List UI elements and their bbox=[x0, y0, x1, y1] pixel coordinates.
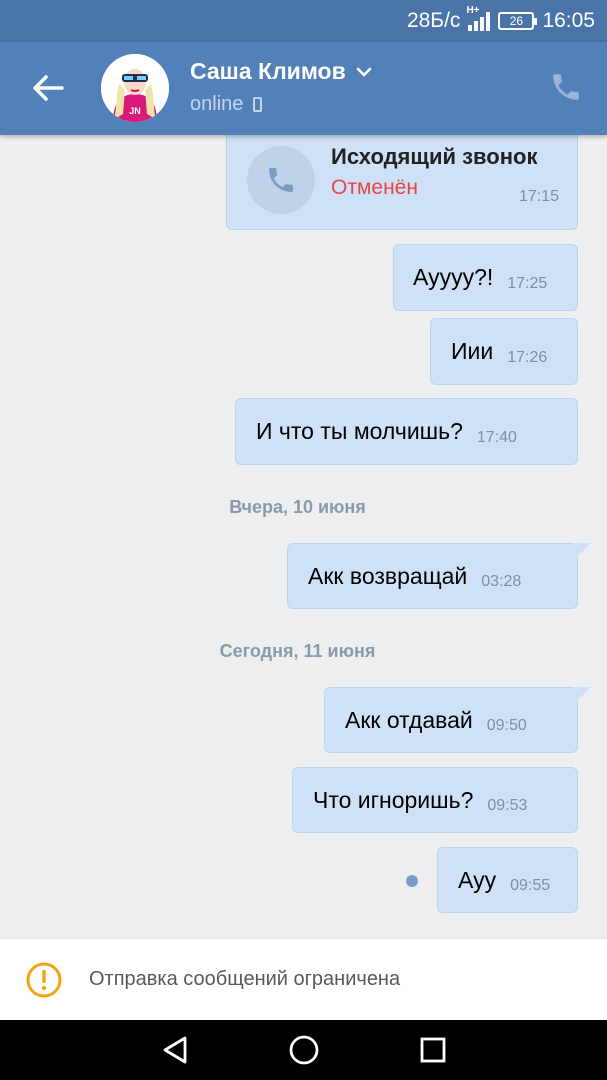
arrow-left-icon bbox=[33, 75, 64, 101]
contact-name: Саша Климов bbox=[190, 58, 346, 84]
network-speed: 28Б/с bbox=[406, 9, 461, 32]
nav-back-button[interactable] bbox=[155, 1030, 195, 1070]
message-time: 03:28 bbox=[481, 573, 522, 590]
message-text: Что игноришь? bbox=[313, 786, 474, 813]
nav-recent-button[interactable] bbox=[413, 1030, 453, 1070]
message-bubble[interactable]: Что игноришь? 09:53 bbox=[292, 767, 578, 833]
signal-icon: H+ bbox=[466, 5, 491, 31]
call-button[interactable] bbox=[549, 70, 583, 104]
message-time: 17:25 bbox=[507, 274, 548, 292]
chevron-down-icon bbox=[356, 67, 371, 77]
date-separator: Сегодня, 11 июня bbox=[219, 641, 376, 661]
message-time: 17:26 bbox=[507, 348, 548, 366]
unread-indicator bbox=[406, 875, 418, 887]
call-message[interactable]: Исходящий звонок Отменён 17:15 bbox=[226, 135, 578, 230]
restriction-text: Отправка сообщений ограничена bbox=[89, 968, 401, 990]
chat-header: JN Саша Климов online bbox=[0, 42, 607, 135]
message-time: 09:50 bbox=[486, 717, 527, 734]
message-text: Ауууу?! bbox=[413, 264, 494, 290]
message-bubble[interactable]: Акк отдавай 09:50 bbox=[324, 687, 591, 753]
network-type: H+ bbox=[466, 5, 480, 16]
phone-icon bbox=[269, 168, 293, 192]
battery-level: 26 bbox=[509, 14, 524, 28]
avatar-image: JN bbox=[101, 54, 169, 122]
contact-name-button[interactable]: Саша Климов bbox=[190, 58, 372, 85]
circle-home-icon bbox=[289, 1035, 318, 1065]
message-time: 09:53 bbox=[487, 797, 528, 814]
triangle-back-icon bbox=[163, 1036, 186, 1064]
message-time: 17:40 bbox=[476, 428, 517, 446]
restriction-notice: Отправка сообщений ограничена bbox=[0, 938, 607, 1020]
back-button[interactable] bbox=[24, 66, 72, 110]
avatar-badge: JN bbox=[129, 106, 141, 116]
call-status: Отменён bbox=[331, 176, 418, 199]
bubble-tail bbox=[575, 687, 591, 703]
message-bubble[interactable]: Иии 17:26 bbox=[430, 318, 578, 385]
message-text: Акк возвращай bbox=[308, 562, 468, 589]
battery-icon: 26 bbox=[498, 12, 538, 30]
clock: 16:05 bbox=[542, 9, 595, 32]
message-text: Иии bbox=[451, 338, 494, 364]
date-separator: Вчера, 10 июня bbox=[229, 497, 366, 517]
call-title: Исходящий звонок bbox=[331, 144, 538, 169]
avatar[interactable]: JN bbox=[101, 54, 169, 122]
message-text: Акк отдавай bbox=[345, 706, 473, 733]
mobile-phone-icon bbox=[253, 97, 263, 112]
message-bubble[interactable]: Акк возвращай 03:28 bbox=[287, 543, 591, 609]
message-text: Ауу bbox=[458, 866, 497, 893]
exclamation-circle-icon bbox=[26, 962, 62, 997]
online-status: online bbox=[190, 93, 263, 116]
square-recent-icon bbox=[420, 1037, 445, 1063]
message-time: 17:15 bbox=[518, 188, 559, 205]
bubble-tail bbox=[575, 543, 591, 559]
call-icon-circle bbox=[247, 146, 315, 214]
online-label: online bbox=[190, 93, 244, 115]
navigation-bar bbox=[0, 1020, 607, 1080]
message-time: 09:55 bbox=[510, 877, 551, 894]
message-list[interactable]: Исходящий звонок Отменён 17:15 Ауууу?! 1… bbox=[0, 135, 607, 938]
phone-icon bbox=[553, 74, 579, 100]
message-bubble[interactable]: И что ты молчишь? 17:40 bbox=[235, 398, 578, 465]
status-bar: 28Б/с H+ 26 16:05 bbox=[0, 0, 607, 42]
message-bubble[interactable]: Ауу 09:55 bbox=[437, 847, 578, 913]
nav-home-button[interactable] bbox=[284, 1030, 324, 1070]
message-text: И что ты молчишь? bbox=[256, 418, 463, 444]
message-bubble[interactable]: Ауууу?! 17:25 bbox=[393, 244, 578, 311]
